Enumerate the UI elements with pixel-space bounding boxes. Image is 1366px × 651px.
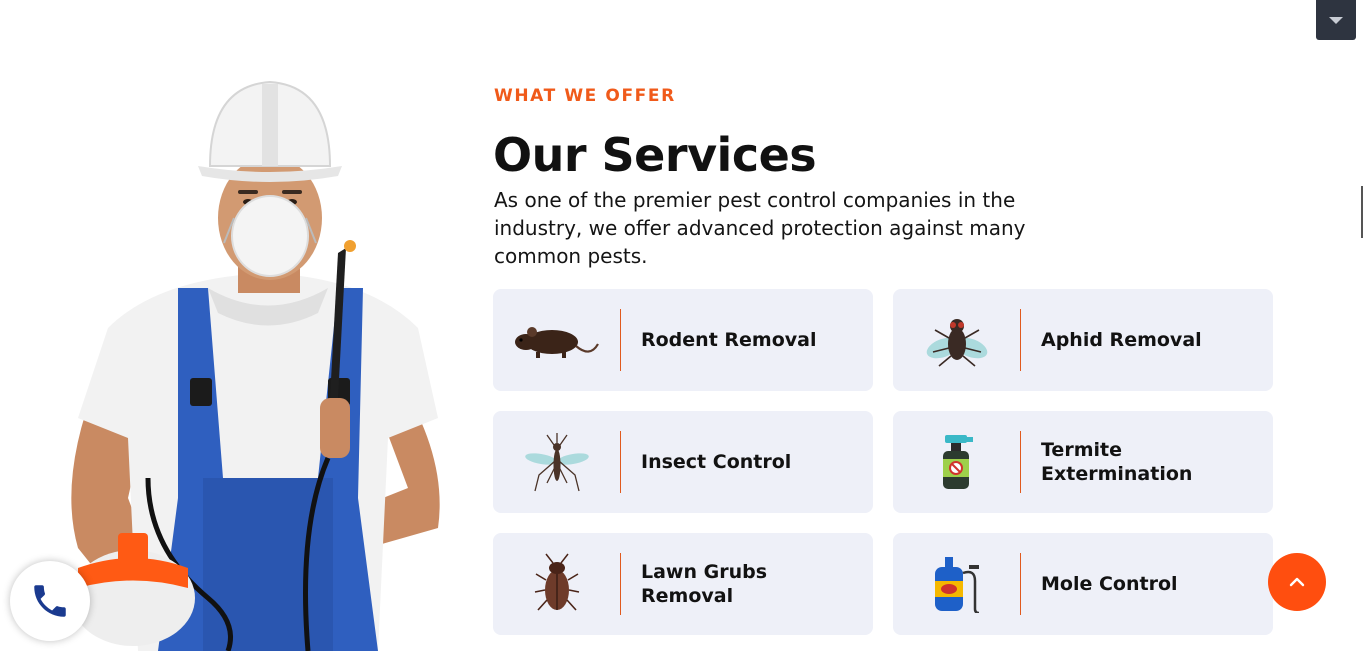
call-button[interactable] [10, 561, 90, 641]
rat-icon [514, 327, 599, 358]
service-label: Mole Control [1041, 573, 1178, 595]
scroll-to-top-button[interactable] [1268, 553, 1326, 611]
service-card-rodent-removal[interactable]: Rodent Removal [493, 289, 873, 391]
scrollbar-thumb[interactable] [1361, 186, 1363, 238]
top-dropdown-toggle[interactable] [1316, 0, 1356, 40]
section-title: Our Services [493, 128, 817, 182]
fly-icon [926, 319, 987, 367]
service-card-aphid-removal[interactable]: Aphid Removal [893, 289, 1273, 391]
spray-bottle-icon [942, 435, 973, 489]
service-label: Termite Extermination [1041, 439, 1193, 485]
pest-control-worker-image [71, 80, 440, 651]
service-label: Rodent Removal [641, 329, 817, 351]
section-description: As one of the premier pest control compa… [494, 188, 1026, 268]
service-card-insect-control[interactable]: Insect Control [493, 411, 873, 513]
cockroach-icon [534, 553, 579, 611]
section-eyebrow: WHAT WE OFFER [494, 86, 676, 106]
service-label: Aphid Removal [1041, 329, 1202, 351]
service-label: Lawn Grubs Removal [641, 561, 768, 607]
pump-sprayer-icon [934, 557, 979, 613]
service-label: Insect Control [641, 451, 792, 473]
phone-icon [34, 585, 66, 617]
service-card-termite-extermination[interactable]: Termite Extermination [893, 411, 1273, 513]
service-card-mole-control[interactable]: Mole Control [893, 533, 1273, 635]
chevron-up-icon [1289, 577, 1305, 587]
service-card-lawn-grubs-removal[interactable]: Lawn Grubs Removal [493, 533, 873, 635]
caret-down-icon [1329, 16, 1343, 24]
mosquito-icon [524, 433, 589, 492]
